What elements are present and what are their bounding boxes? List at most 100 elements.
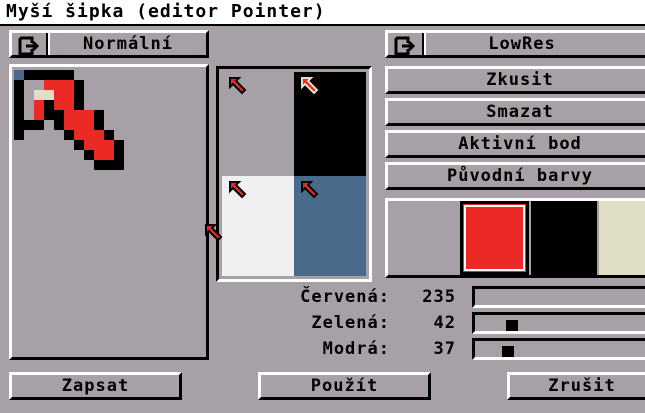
pointer-pixel[interactable] xyxy=(114,160,124,170)
pointer-pixel[interactable] xyxy=(74,120,84,130)
pointer-edit-grid[interactable] xyxy=(9,64,209,360)
pointer-pixel[interactable] xyxy=(84,150,94,160)
blue-slider-label: Modrá: xyxy=(322,339,390,359)
pointer-pixel[interactable] xyxy=(44,70,54,80)
set-hotspot-button[interactable]: Aktivní bod xyxy=(385,130,645,158)
pointer-pixel[interactable] xyxy=(14,110,24,120)
pointer-pixel[interactable] xyxy=(64,110,74,120)
cycle-separator xyxy=(46,33,50,55)
pointer-pixel[interactable] xyxy=(114,150,124,160)
pointer-pixel[interactable] xyxy=(44,80,54,90)
pointer-pixel[interactable] xyxy=(24,70,34,80)
pointer-type-cycle[interactable]: Normální xyxy=(9,30,209,58)
pointer-pixel[interactable] xyxy=(24,90,34,100)
pointer-pixel[interactable] xyxy=(84,110,94,120)
blue-slider-knob[interactable] xyxy=(502,346,515,357)
pointer-type-label: Normální xyxy=(83,34,173,54)
pointer-pixel[interactable] xyxy=(74,100,84,110)
pointer-pixel[interactable] xyxy=(114,140,124,150)
pointer-preview-arrow-icon xyxy=(229,77,247,95)
use-button[interactable]: Použít xyxy=(258,372,431,400)
resolution-cycle[interactable]: LowRes xyxy=(385,30,645,58)
pointer-pixel[interactable] xyxy=(94,130,104,140)
pointer-pixel[interactable] xyxy=(34,70,44,80)
pointer-pixel[interactable] xyxy=(104,160,114,170)
pointer-pixel[interactable] xyxy=(14,130,24,140)
clear-button[interactable]: Smazat xyxy=(385,98,645,126)
cycle-icon xyxy=(18,36,40,56)
pointer-pixel[interactable] xyxy=(74,90,84,100)
pointer-pixel[interactable] xyxy=(14,120,24,130)
palette-swatch-red[interactable] xyxy=(460,201,529,275)
blue-value: 37 xyxy=(433,339,456,359)
cycle-separator xyxy=(422,33,426,55)
test-button[interactable]: Zkusit xyxy=(385,66,645,94)
pointer-pixel[interactable] xyxy=(34,110,44,120)
green-slider-label: Zelená: xyxy=(311,313,390,333)
pointer-pixel[interactable] xyxy=(84,130,94,140)
pointer-pixel[interactable] xyxy=(74,140,84,150)
red-value: 235 xyxy=(422,287,456,307)
pointer-pixel[interactable] xyxy=(64,120,74,130)
pointer-pixel[interactable] xyxy=(104,150,114,160)
pointer-pixel[interactable] xyxy=(64,90,74,100)
title-bar[interactable]: Myší šipka (editor Pointer) xyxy=(0,0,645,26)
pointer-pixel[interactable] xyxy=(94,120,104,130)
pointer-pixel[interactable] xyxy=(24,110,34,120)
pointer-pixel[interactable] xyxy=(44,110,54,120)
pointer-pixel[interactable] xyxy=(64,130,74,140)
pointer-preview-arrow-icon xyxy=(301,181,319,199)
pointer-pixel[interactable] xyxy=(24,120,34,130)
cancel-button[interactable]: Zrušit xyxy=(507,372,645,400)
pointer-pixel[interactable] xyxy=(74,80,84,90)
pointer-pixel[interactable] xyxy=(104,130,114,140)
pointer-pixel[interactable] xyxy=(54,70,64,80)
pointer-pixel[interactable] xyxy=(24,100,34,110)
pointer-pixel[interactable] xyxy=(64,100,74,110)
pointer-pixel[interactable] xyxy=(94,150,104,160)
pointer-pixel[interactable] xyxy=(54,80,64,90)
pointer-pixel[interactable] xyxy=(104,140,114,150)
pointer-pixel[interactable] xyxy=(14,80,24,90)
pointer-pixel[interactable] xyxy=(54,120,64,130)
pointer-pixel[interactable] xyxy=(74,110,84,120)
save-button[interactable]: Zapsat xyxy=(9,372,182,400)
pointer-pixel[interactable] xyxy=(54,110,64,120)
reset-colors-button[interactable]: Původní barvy xyxy=(385,162,645,190)
pointer-pixel[interactable] xyxy=(34,100,44,110)
pointer-pixel[interactable] xyxy=(84,120,94,130)
mouse-cursor-icon xyxy=(205,224,223,242)
palette-swatch-black[interactable] xyxy=(531,201,597,275)
pointer-pixel[interactable] xyxy=(94,140,104,150)
pointer-pixel[interactable] xyxy=(84,140,94,150)
pointer-pixel[interactable] xyxy=(74,130,84,140)
pointer-pixel[interactable] xyxy=(44,100,54,110)
pointer-pixel[interactable] xyxy=(54,100,64,110)
pointer-preview-box xyxy=(216,66,372,282)
blue-slider[interactable] xyxy=(472,338,645,360)
pointer-pixel[interactable] xyxy=(14,90,24,100)
green-value: 42 xyxy=(433,313,456,333)
pointer-pixel[interactable] xyxy=(64,80,74,90)
pointer-pixel[interactable] xyxy=(54,90,64,100)
pointer-pixel[interactable] xyxy=(34,120,44,130)
pointer-pixel[interactable] xyxy=(94,110,104,120)
pointer-pixel[interactable] xyxy=(34,80,44,90)
pointer-pixel[interactable] xyxy=(24,80,34,90)
red-slider-label: Červená: xyxy=(300,287,390,307)
cycle-icon xyxy=(394,36,416,56)
hotspot-pixel[interactable] xyxy=(14,70,24,80)
pointer-pixel[interactable] xyxy=(44,90,54,100)
pointer-preview-arrow-icon xyxy=(301,77,319,95)
pointer-pixel[interactable] xyxy=(64,70,74,80)
pointer-pixel[interactable] xyxy=(94,160,104,170)
window-title: Myší šipka (editor Pointer) xyxy=(6,1,326,22)
green-slider[interactable] xyxy=(472,312,645,334)
pointer-pixel[interactable] xyxy=(34,90,44,100)
pointer-preview-arrow-icon xyxy=(229,181,247,199)
red-slider[interactable] xyxy=(472,286,645,308)
green-slider-knob[interactable] xyxy=(505,320,518,331)
pointer-pixel[interactable] xyxy=(14,100,24,110)
pointer-preferences-window: Myší šipka (editor Pointer) Normální Low… xyxy=(0,0,645,413)
palette-swatch-cream[interactable] xyxy=(599,201,645,275)
